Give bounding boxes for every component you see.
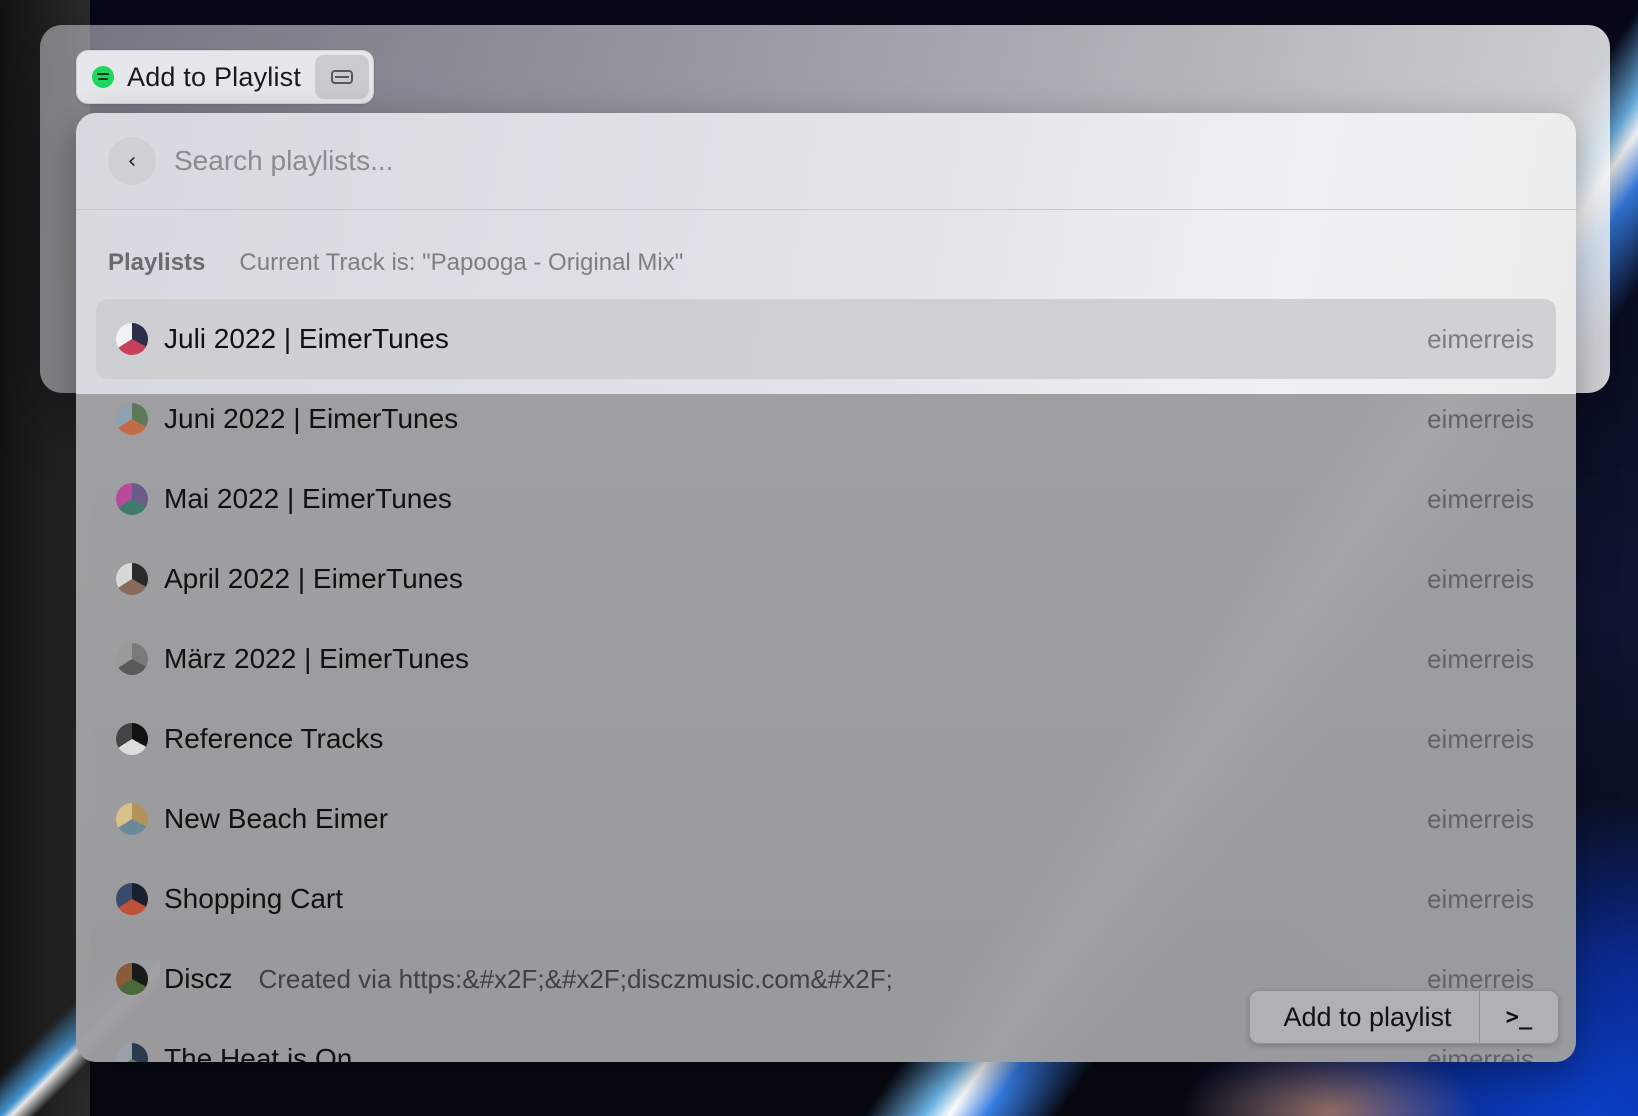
playlist-list: Juli 2022 | EimerTunes eimerreis Juni 2022… [96, 299, 1556, 1062]
playlist-owner: eimerreis [1427, 323, 1534, 354]
command-pill[interactable]: Add to Playlist [76, 50, 374, 104]
playlist-row[interactable]: New Beach Eimer eimerreis [96, 779, 1556, 859]
tray-icon [331, 70, 353, 84]
playlist-title: Juni 2022 | EimerTunes [164, 403, 459, 434]
playlist-cover-icon [116, 1043, 148, 1062]
playlist-cover-icon [116, 723, 148, 755]
section-header: Playlists Current Track is: "Papooga - O… [108, 249, 683, 277]
playlist-owner: eimerreis [1427, 483, 1534, 514]
playlist-owner: eimerreis [1427, 723, 1534, 754]
playlist-title: Mai 2022 | EimerTunes [164, 483, 452, 514]
playlist-title: New Beach Eimer [164, 803, 389, 834]
playlist-row[interactable]: März 2022 | EimerTunes eimerreis [96, 619, 1556, 699]
playlist-owner: eimerreis [1427, 403, 1534, 434]
playlist-row[interactable]: Reference Tracks eimerreis [96, 699, 1556, 779]
playlist-title: The Heat is On [164, 1043, 353, 1062]
add-to-playlist-button[interactable]: Add to playlist [1250, 1002, 1479, 1033]
playlist-title: Discz [164, 963, 233, 994]
spotify-icon [92, 66, 114, 88]
current-track-label: Current Track is: "Papooga - Original Mi… [239, 249, 684, 276]
playlist-row[interactable]: Juni 2022 | EimerTunes eimerreis [96, 379, 1556, 459]
action-bar: Add to playlist >_ [1249, 990, 1559, 1044]
playlist-cover-icon [116, 883, 148, 915]
playlist-cover-icon [116, 483, 148, 515]
playlist-row[interactable]: Mai 2022 | EimerTunes eimerreis [96, 459, 1556, 539]
playlist-title: Shopping Cart [164, 883, 344, 914]
playlist-owner: eimerreis [1427, 1043, 1534, 1063]
playlist-row[interactable]: Juli 2022 | EimerTunes eimerreis [96, 299, 1556, 379]
terminal-icon[interactable]: >_ [1480, 1005, 1558, 1030]
playlist-title: Reference Tracks [164, 723, 384, 754]
search-input[interactable] [172, 136, 1576, 186]
playlist-row[interactable]: Shopping Cart eimerreis [96, 859, 1556, 939]
search-bar: ‹ [76, 113, 1576, 210]
playlist-title: Juli 2022 | EimerTunes [164, 323, 449, 354]
playlist-cover-icon [116, 803, 148, 835]
playlist-dropdown: ‹ Playlists Current Track is: "Papooga -… [76, 113, 1576, 1062]
section-title: Playlists [108, 249, 206, 276]
pill-action-button[interactable] [315, 55, 369, 99]
playlist-description: Created via https:&#x2F;&#x2F;disczmusic… [258, 963, 893, 994]
back-button[interactable]: ‹ [108, 137, 156, 185]
playlist-cover-icon [116, 643, 148, 675]
playlist-owner: eimerreis [1427, 883, 1534, 914]
command-title: Add to Playlist [127, 61, 302, 92]
playlist-cover-icon [116, 963, 148, 995]
playlist-owner: eimerreis [1427, 803, 1534, 834]
chevron-left-icon: ‹ [127, 148, 137, 174]
playlist-cover-icon [116, 323, 148, 355]
playlist-owner: eimerreis [1427, 563, 1534, 594]
playlist-cover-icon [116, 403, 148, 435]
playlist-title: März 2022 | EimerTunes [164, 643, 470, 674]
playlist-title: April 2022 | EimerTunes [164, 563, 463, 594]
playlist-cover-icon [116, 563, 148, 595]
playlist-row[interactable]: April 2022 | EimerTunes eimerreis [96, 539, 1556, 619]
playlist-owner: eimerreis [1427, 643, 1534, 674]
